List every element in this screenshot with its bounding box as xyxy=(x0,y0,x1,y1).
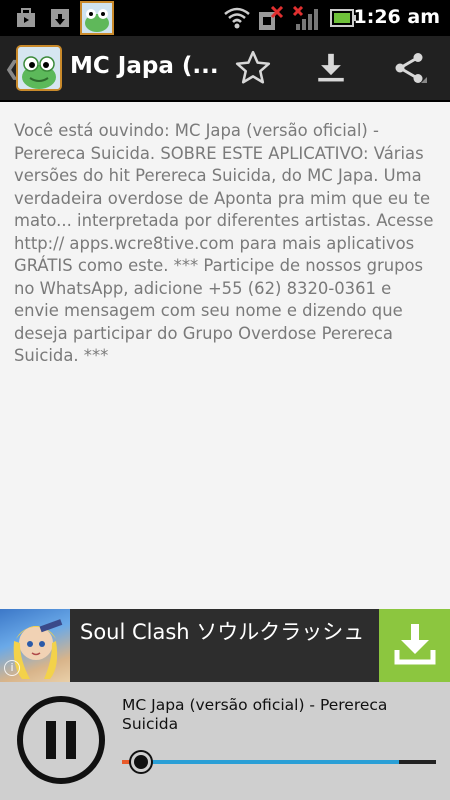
download-button[interactable] xyxy=(306,46,356,94)
wifi-icon xyxy=(224,6,250,34)
seek-thumb[interactable] xyxy=(131,752,151,772)
share-icon xyxy=(391,50,427,90)
battery-icon xyxy=(330,8,356,32)
app-notification-icon xyxy=(80,1,114,39)
seek-bar[interactable] xyxy=(122,752,436,772)
download-icon xyxy=(391,620,439,672)
download-icon xyxy=(314,51,348,89)
description-text: Você está ouvindo: MC Japa (versão ofici… xyxy=(14,121,434,365)
app-icon[interactable] xyxy=(16,45,62,91)
pause-icon xyxy=(46,721,56,759)
signal-icon xyxy=(292,5,320,36)
favorite-button[interactable] xyxy=(228,46,278,94)
ad-game-thumbnail[interactable]: i xyxy=(0,609,70,682)
ad-download-button[interactable] xyxy=(379,609,450,682)
status-time: 1:26 am xyxy=(353,6,441,28)
content-area: Você está ouvindo: MC Japa (versão ofici… xyxy=(0,102,450,609)
app-title: MC Japa (... xyxy=(70,53,219,79)
ad-info-icon[interactable]: i xyxy=(4,660,20,676)
bag-icon xyxy=(14,6,38,34)
track-title: MC Japa (versão oficial) - Perereca Suic… xyxy=(122,696,388,733)
sim-error-icon xyxy=(256,5,284,36)
ad-title[interactable]: Soul Clash ソウルクラッシュ xyxy=(80,619,370,646)
download-notification-icon xyxy=(48,6,72,34)
seek-buffered xyxy=(135,760,399,764)
share-button[interactable] xyxy=(384,46,434,94)
ad-banner[interactable]: i Soul Clash ソウルクラッシュ xyxy=(0,609,450,682)
pause-button[interactable] xyxy=(17,696,105,784)
media-player: MC Japa (versão oficial) - Perereca Suic… xyxy=(0,682,450,800)
action-bar: ❮ MC Japa (... xyxy=(0,36,450,102)
status-bar: 1:26 am xyxy=(0,0,450,36)
star-icon xyxy=(234,49,272,91)
